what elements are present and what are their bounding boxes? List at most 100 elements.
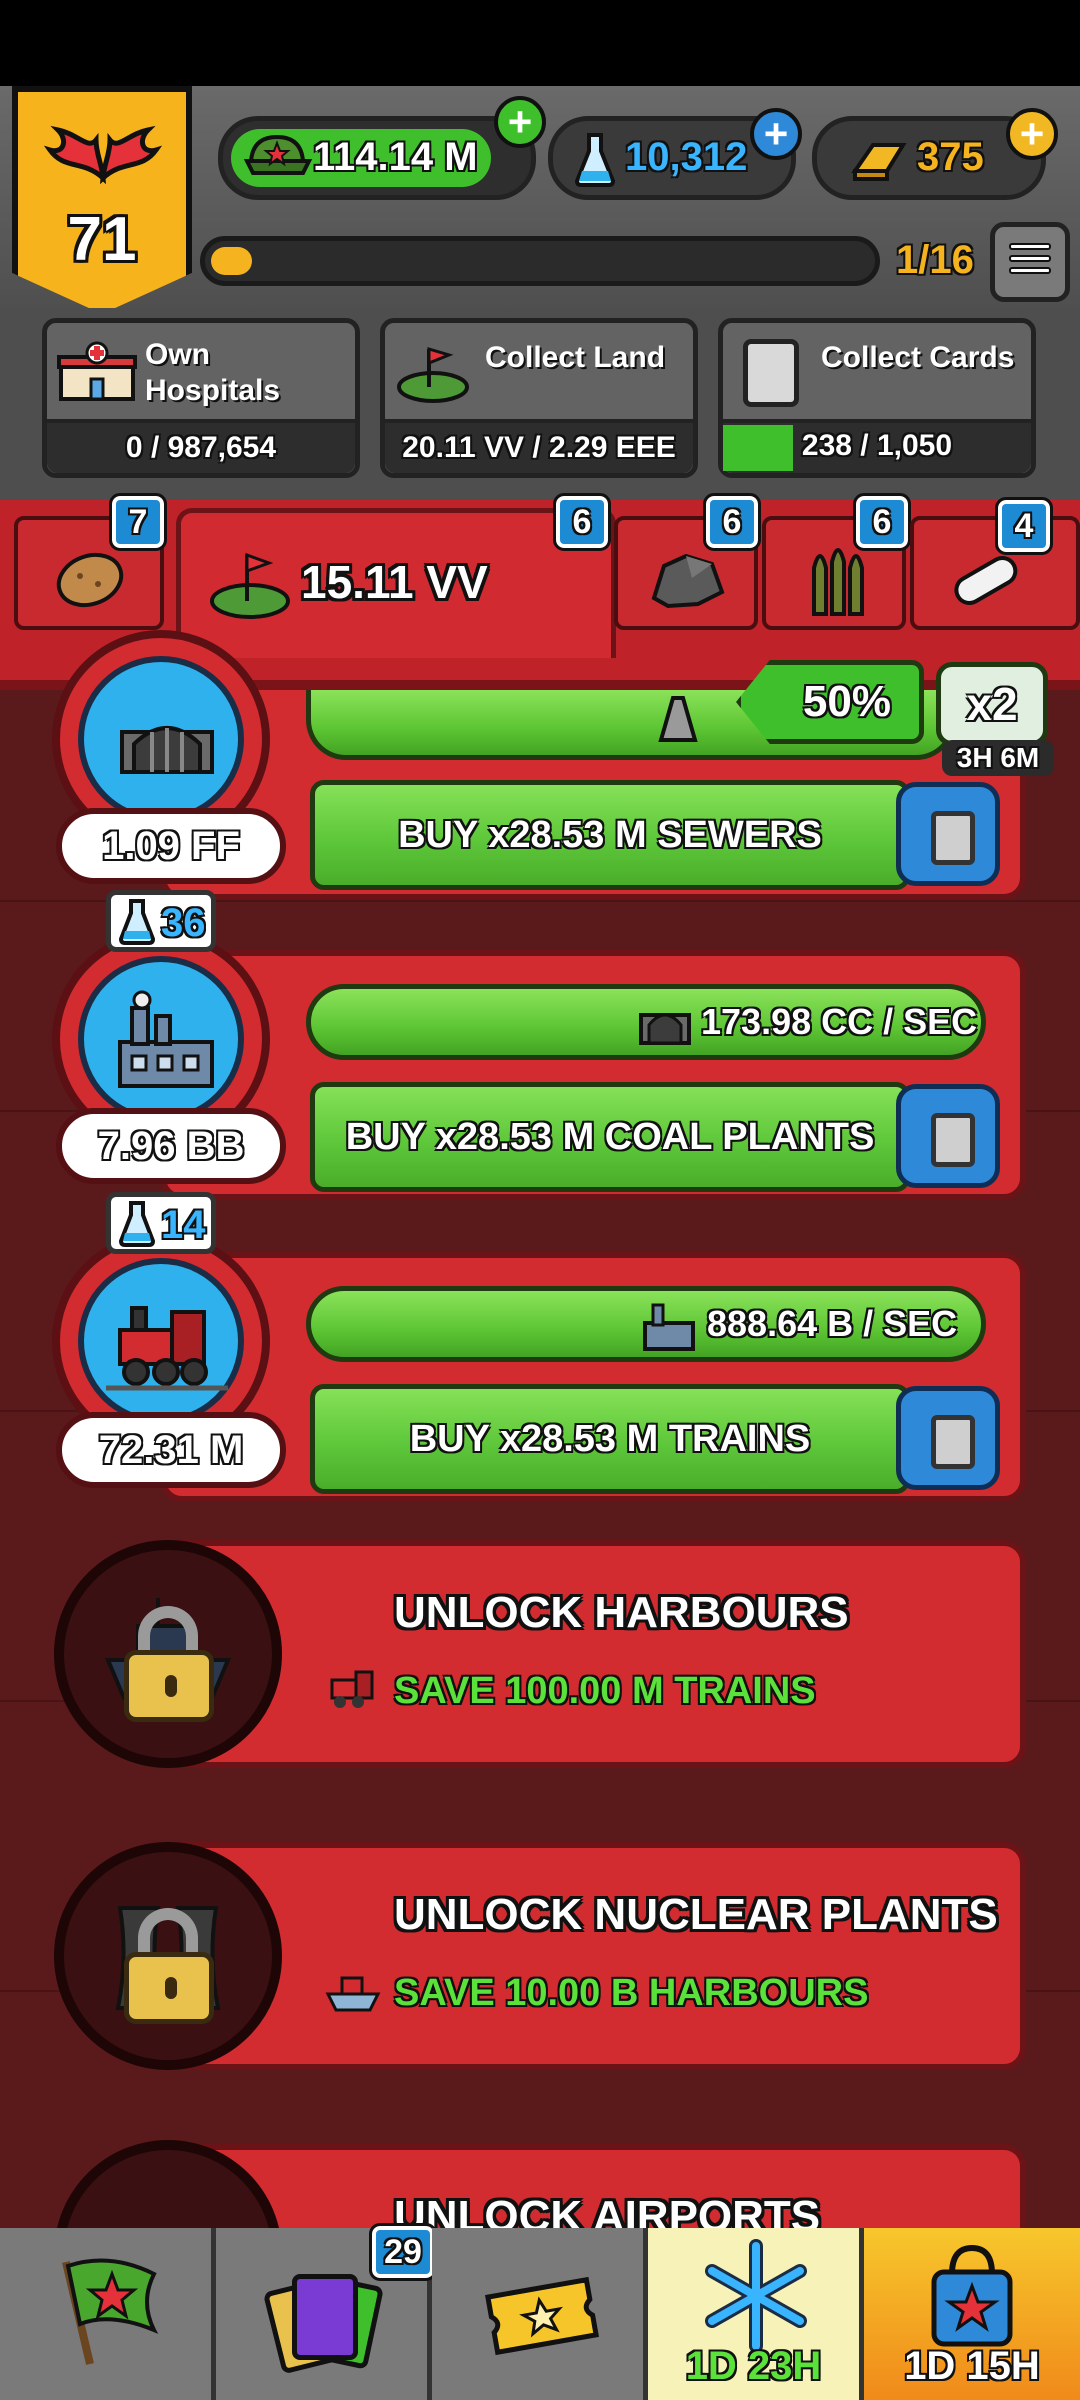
nav-missions[interactable]: [0, 2228, 216, 2400]
cash-display: 114.14 M: [218, 116, 536, 200]
boost-multiplier-label: x2: [966, 678, 1018, 730]
ticket-icon: [485, 2276, 599, 2356]
objective-value: 20.11 VV / 2.29 EEE: [385, 419, 693, 473]
boost-percent-tag[interactable]: 50%: [736, 660, 924, 744]
locked-icon-circle: [54, 1540, 282, 1768]
coal-plants-card-button[interactable]: [896, 1084, 1000, 1188]
production-rate: 888.64 B / SEC: [707, 1303, 958, 1344]
train-icon: [330, 1670, 374, 1708]
production-bar: 888.64 B / SEC: [306, 1286, 986, 1362]
locked-title: UNLOCK HARBOURS: [394, 1588, 849, 1637]
locked-requirement: SAVE 100.00 M TRAINS: [394, 1670, 816, 1712]
locked-card-nuclear-plants[interactable]: [160, 1842, 1026, 2070]
tab-rock-badge: 6: [703, 493, 761, 551]
tab-pill-badge: 4: [995, 497, 1053, 555]
pill-icon: [954, 556, 1018, 605]
flask-icon: [574, 133, 616, 187]
locked-card-harbours[interactable]: [160, 1540, 1026, 1768]
boost-timer: 3H 6M: [942, 740, 1054, 776]
flask-icon: [118, 1201, 156, 1247]
flask-icon: [118, 899, 156, 945]
locked-title: UNLOCK NUCLEAR PLANTS: [394, 1890, 998, 1939]
buy-sewers-button[interactable]: BUY x28.53 M SEWERS: [310, 780, 910, 890]
tab-potato-badge: 7: [109, 493, 167, 551]
trains-card-button[interactable]: [896, 1386, 1000, 1490]
potato-icon: [56, 552, 124, 608]
tab-pill[interactable]: [910, 516, 1080, 630]
add-gold-button[interactable]: +: [1006, 108, 1058, 160]
science-cost: 14: [161, 1203, 206, 1247]
tab-land-badge: 6: [553, 493, 611, 551]
coal-plant-icon: [643, 1303, 695, 1351]
buy-trains-button[interactable]: BUY x28.53 M TRAINS: [310, 1384, 910, 1494]
card-icon: [931, 1415, 975, 1469]
tab-land-selected[interactable]: 15.11 VV: [176, 508, 616, 658]
cash-value: 114.14 M: [313, 135, 478, 179]
tab-ammo-badge: 6: [853, 493, 911, 551]
tab-land-value: 15.11 VV: [301, 556, 488, 608]
level-progress-bar: [200, 236, 880, 286]
objective-label: Collect Land: [485, 341, 666, 374]
level-progress-fill: [211, 247, 252, 275]
hamburger-icon: [1009, 243, 1051, 281]
producer-value: 1.09 FF: [56, 808, 286, 884]
ammo-icon: [812, 548, 864, 616]
science-cost-tag: 14: [106, 1192, 216, 1254]
add-science-button[interactable]: +: [750, 108, 802, 160]
production-rate: 173.98 CC / SEC: [701, 1001, 978, 1042]
locked-icon-circle: [54, 1842, 282, 2070]
wings-icon: [44, 125, 162, 185]
objective-collect-land[interactable]: Collect Land 20.11 VV / 2.29 EEE: [380, 318, 698, 478]
gold-value: 375: [917, 135, 984, 179]
freeze-timer: 1D 23H: [685, 2344, 822, 2388]
lock-icon: [124, 1952, 214, 2024]
science-cost: 36: [161, 901, 206, 945]
objective-value: 0 / 987,654: [47, 419, 355, 473]
card-icon: [743, 339, 799, 407]
objective-own-hospitals[interactable]: Own Hospitals 0 / 987,654: [42, 318, 360, 478]
science-value: 10,312: [625, 135, 748, 179]
coal-plant-icon: [118, 990, 214, 1088]
locked-requirement: SAVE 10.00 B HARBOURS: [394, 1972, 869, 2014]
objective-collect-cards[interactable]: Collect Cards 238 / 1,050: [718, 318, 1036, 478]
card-icon: [931, 1113, 975, 1167]
boost-multiplier[interactable]: x2: [936, 662, 1048, 746]
snowflake-icon: [705, 2239, 807, 2353]
sewer-icon: [120, 726, 214, 774]
road-icon: [658, 696, 698, 742]
ship-icon: [325, 1976, 381, 2012]
nav-cards-badge: 29: [369, 2223, 437, 2281]
menu-button[interactable]: [990, 222, 1070, 302]
producer-value: 7.96 BB: [56, 1108, 286, 1184]
shopping-bag-icon: [931, 2244, 1013, 2347]
cash-icon: [243, 134, 313, 175]
objective-value: 238 / 1,050: [801, 429, 953, 462]
science-cost-tag: 36: [106, 890, 216, 952]
sewers-card-button[interactable]: [896, 782, 1000, 886]
shop-timer: 1D 15H: [904, 2344, 1040, 2388]
buy-coal-plants-button[interactable]: BUY x28.53 M COAL PLANTS: [310, 1082, 910, 1192]
nav-tickets[interactable]: [432, 2228, 648, 2400]
level-number: 71: [67, 205, 137, 274]
rock-icon: [651, 553, 725, 609]
gold-bar-icon: [851, 143, 907, 181]
objective-label: Own Hospitals: [145, 338, 281, 407]
level-progress-label: 1/16: [896, 238, 974, 282]
producer-value: 72.31 M: [56, 1412, 286, 1488]
nav-shop[interactable]: 1D 15H: [864, 2228, 1080, 2400]
land-icon: [210, 552, 290, 619]
add-cash-button[interactable]: +: [494, 96, 546, 148]
status-bar: [0, 0, 1080, 86]
level-banner[interactable]: 71: [12, 86, 192, 314]
cards-icon: [262, 2272, 385, 2375]
hospital-icon: [57, 341, 137, 401]
nav-freeze-event[interactable]: 1D 23H: [648, 2228, 864, 2400]
objective-label: Collect Cards: [821, 341, 1015, 374]
train-icon: [106, 1306, 228, 1391]
production-bar: 173.98 CC / SEC: [306, 984, 986, 1060]
card-icon: [931, 811, 975, 865]
lock-icon: [124, 1650, 214, 1722]
flag-icon: [62, 2258, 159, 2365]
land-icon: [397, 346, 469, 403]
sewer-icon: [639, 1013, 691, 1045]
